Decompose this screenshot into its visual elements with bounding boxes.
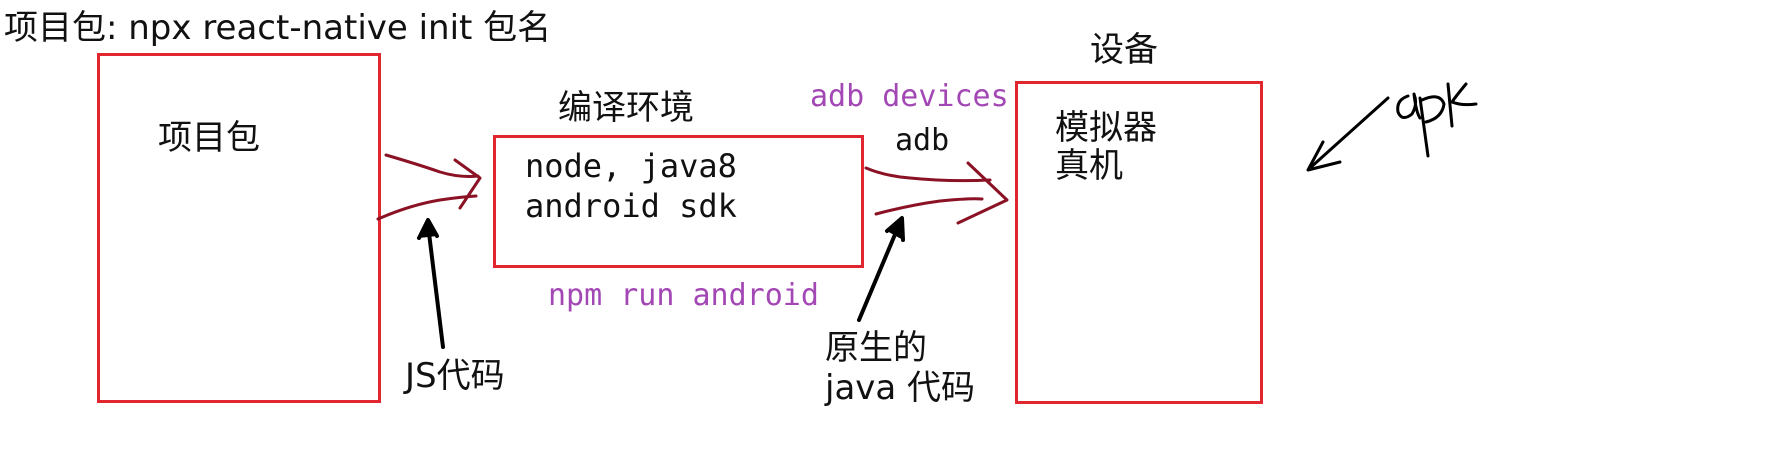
apk-arrow-shaft (1308, 96, 1390, 170)
native-flow-arrow-upper (864, 166, 992, 183)
apk-handwriting (1396, 82, 1478, 158)
js-code-pointer-arrow (426, 223, 445, 349)
js-flow-arrowhead (453, 158, 482, 210)
native-code-pointer-arrow (857, 223, 901, 322)
js-code-pointer-head (417, 218, 439, 240)
diagram-canvas: 项目包: npx react-native init 包名 项目包 编译环境 n… (0, 0, 1766, 474)
handwritten-ink-layer (376, 82, 1478, 349)
native-flow-arrow-lower (874, 197, 984, 216)
native-flow-arrowhead (956, 161, 1009, 225)
